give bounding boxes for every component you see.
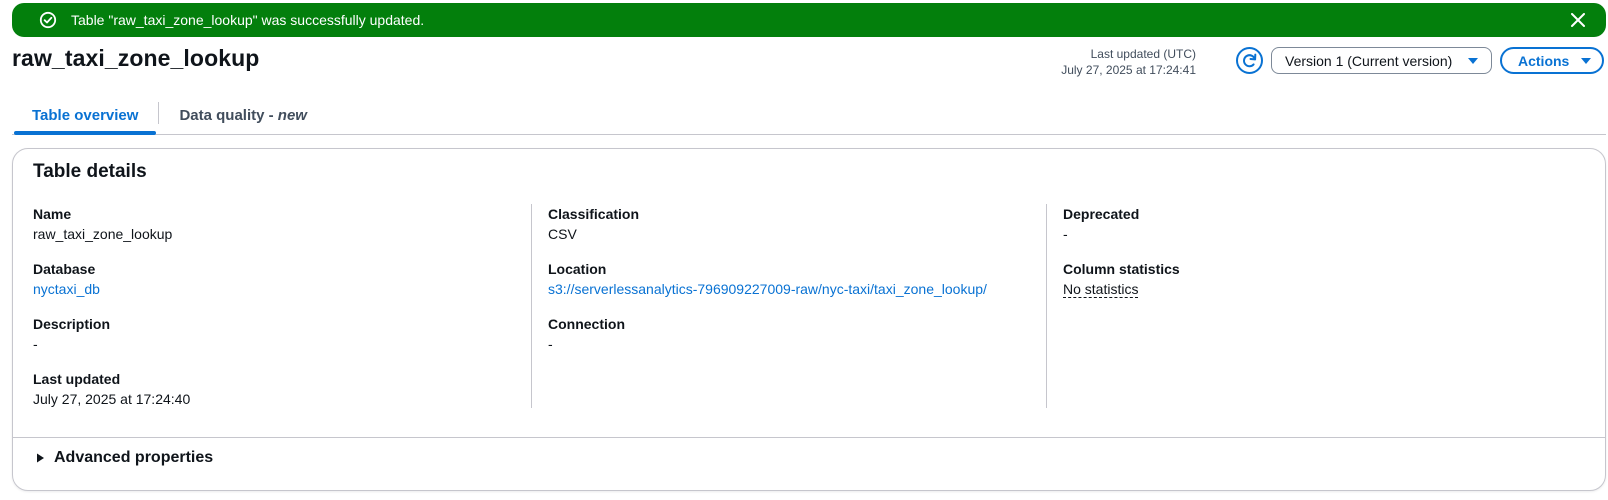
field-value: -: [1063, 226, 1068, 242]
field-value: -: [33, 336, 38, 352]
section-divider: [13, 437, 1605, 438]
column-divider: [1046, 204, 1047, 408]
check-circle-icon: [39, 11, 57, 29]
field-classification: Classification CSV: [548, 204, 1048, 259]
field-name: Name raw_taxi_zone_lookup: [33, 204, 533, 259]
caret-down-icon: [1467, 57, 1479, 65]
table-details-container: Table details Name raw_taxi_zone_lookup …: [12, 148, 1606, 491]
field-column-statistics: Column statistics No statistics: [1063, 259, 1563, 314]
advanced-properties-label: Advanced properties: [54, 449, 214, 466]
field-label: Deprecated: [1063, 206, 1140, 222]
caret-right-icon: [35, 453, 45, 463]
details-column-3: Deprecated - Column statistics No statis…: [1063, 204, 1563, 314]
field-location: Location s3://serverlessanalytics-796909…: [548, 259, 1048, 314]
actions-button[interactable]: Actions: [1500, 47, 1604, 74]
advanced-properties-toggle[interactable]: Advanced properties: [35, 449, 213, 467]
field-description: Description -: [33, 314, 533, 369]
actions-label: Actions: [1518, 52, 1570, 69]
last-updated-info: Last updated (UTC) July 27, 2025 at 17:2…: [1061, 46, 1196, 78]
field-label: Name: [33, 206, 72, 222]
column-statistics-popover-trigger[interactable]: No statistics: [1063, 281, 1139, 298]
field-label: Location: [548, 261, 607, 277]
database-link[interactable]: nyctaxi_db: [33, 281, 100, 297]
caret-down-icon: [1580, 57, 1592, 65]
tab-label: Table overview: [32, 107, 139, 124]
field-deprecated: Deprecated -: [1063, 204, 1563, 259]
field-last-updated: Last updated July 27, 2025 at 17:24:40: [33, 369, 533, 424]
tab-label: Data quality -: [179, 107, 278, 124]
page-title: raw_taxi_zone_lookup: [12, 45, 260, 71]
last-updated-value: July 27, 2025 at 17:24:41: [1061, 63, 1196, 77]
column-divider: [531, 204, 532, 408]
field-database: Database nyctaxi_db: [33, 259, 533, 314]
version-select[interactable]: Version 1 (Current version): [1271, 47, 1492, 74]
section-title: Table details: [33, 161, 147, 182]
tab-data-quality[interactable]: Data quality - new: [159, 95, 327, 134]
flash-message: Table "raw_taxi_zone_lookup" was success…: [71, 12, 425, 28]
success-flash-banner: Table "raw_taxi_zone_lookup" was success…: [12, 3, 1606, 37]
field-value: CSV: [548, 226, 577, 242]
field-label: Database: [33, 261, 96, 277]
field-label: Column statistics: [1063, 261, 1180, 277]
field-label: Classification: [548, 206, 640, 222]
details-column-2: Classification CSV Location s3://serverl…: [548, 204, 1048, 369]
field-label: Last updated: [33, 371, 121, 387]
field-label: Description: [33, 316, 111, 332]
field-value: -: [548, 336, 553, 352]
tab-table-overview[interactable]: Table overview: [12, 95, 158, 135]
last-updated-label: Last updated (UTC): [1090, 47, 1196, 61]
field-value: July 27, 2025 at 17:24:40: [33, 391, 191, 407]
refresh-button[interactable]: [1236, 47, 1263, 74]
field-value: raw_taxi_zone_lookup: [33, 226, 173, 242]
close-icon[interactable]: [1568, 10, 1588, 30]
tab-new-badge: new: [277, 107, 307, 124]
field-connection: Connection -: [548, 314, 1048, 369]
version-select-value: Version 1 (Current version): [1285, 52, 1453, 69]
details-column-1: Name raw_taxi_zone_lookup Database nycta…: [33, 204, 533, 424]
field-label: Connection: [548, 316, 625, 332]
location-link[interactable]: s3://serverlessanalytics-796909227009-ra…: [548, 281, 987, 297]
refresh-icon: [1241, 52, 1258, 69]
tab-bar: Table overview Data quality - new: [12, 95, 1606, 135]
